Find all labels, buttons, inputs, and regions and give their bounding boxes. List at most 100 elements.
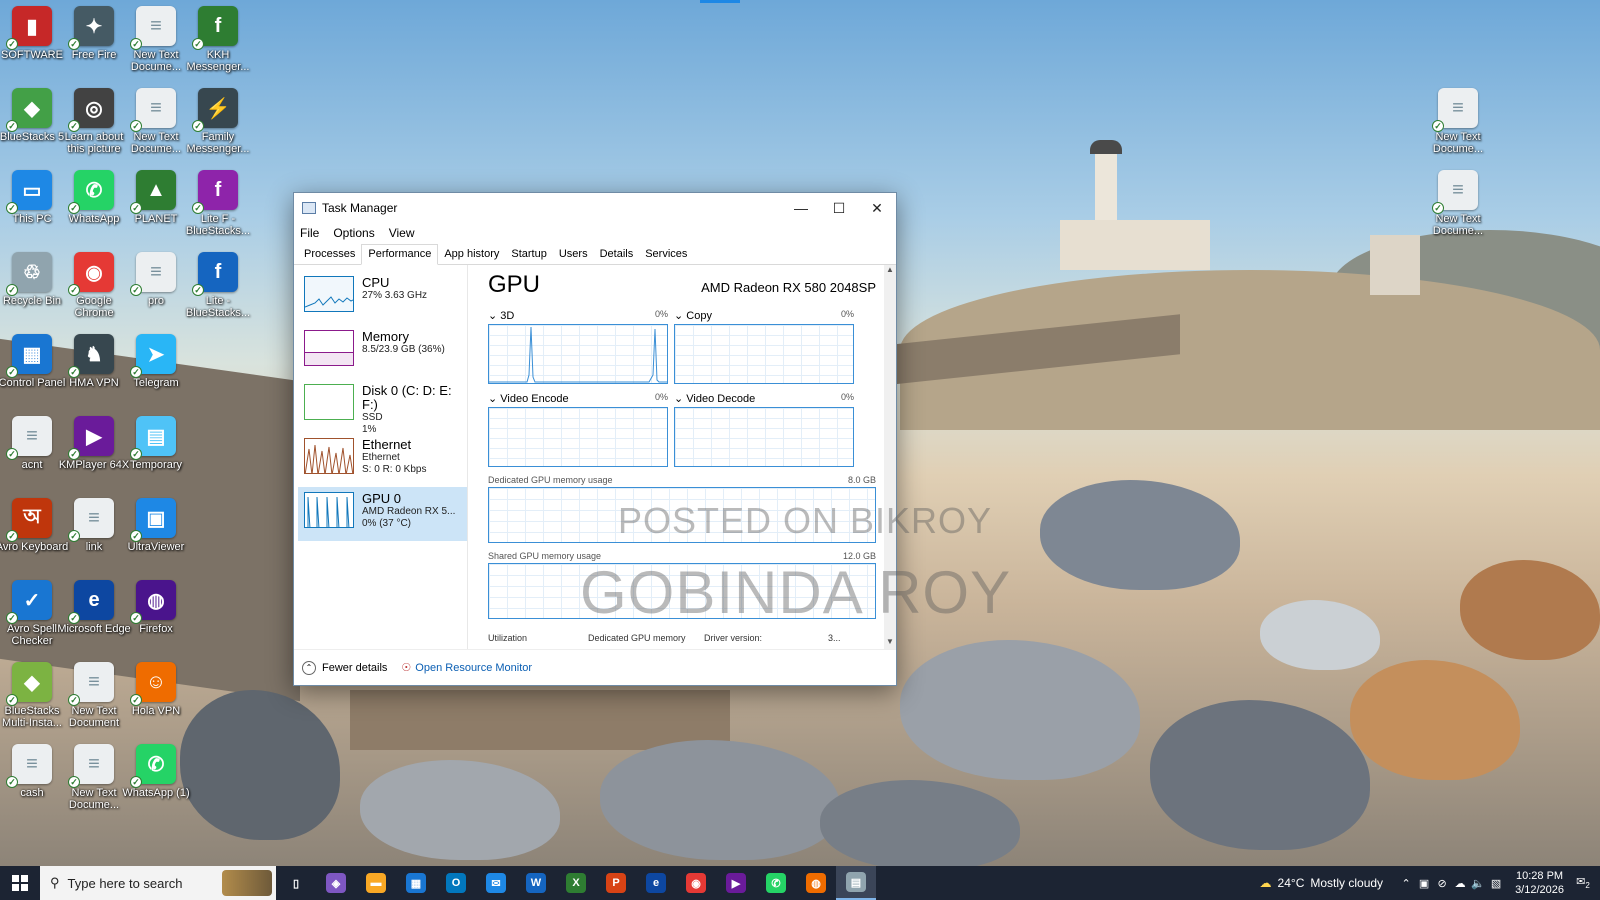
clock[interactable]: 10:28 PM 3/12/2026	[1515, 869, 1564, 897]
taskbar-microsoft-store-button[interactable]: ▦	[396, 866, 436, 900]
desktop-icon-image: ◆ ✓	[6, 88, 52, 132]
desktop-icon[interactable]: ⚡ ✓ Family Messenger...	[180, 88, 256, 155]
windows-logo-icon	[12, 875, 28, 891]
desktop-icon[interactable]: ≡ ✓ New Text Docume...	[1420, 170, 1496, 237]
desktop-icon-image: ♲ ✓	[6, 252, 52, 296]
sync-check-icon: ✓	[68, 530, 80, 542]
taskbar-firefox-button[interactable]: ◍	[796, 866, 836, 900]
ethernet-thumbnail-graph	[304, 438, 354, 474]
taskbar-powerpoint-button[interactable]: P	[596, 866, 636, 900]
tab-performance[interactable]: Performance	[361, 244, 439, 265]
scroll-down-arrow[interactable]: ▼	[884, 637, 896, 649]
engine-video-decode-dropdown[interactable]: ⌄ Video Decode	[674, 392, 755, 407]
taskbar: ⚲ Type here to search ▯ ◈ ▬ ▦ O ✉ W X Pe ◉ ▶ ✆ ◍ ▤ ☁ …	[0, 866, 1600, 900]
desktop-icon-label: Family Messenger...	[186, 131, 250, 155]
taskbar-excel-button[interactable]: X	[556, 866, 596, 900]
rock	[1040, 480, 1240, 590]
gpu-detail-panel: GPU AMD Radeon RX 580 2048SP ⌄ 3D 0% ⌄ Co…	[468, 265, 896, 649]
desktop-icon[interactable]: ➤ ✓ Telegram	[118, 334, 194, 389]
outlook-icon: O	[446, 873, 466, 893]
taskbar-file-explorer-button[interactable]: ▬	[356, 866, 396, 900]
taskbar-whatsapp-button[interactable]: ✆	[756, 866, 796, 900]
start-button[interactable]	[0, 866, 40, 900]
tab-startup[interactable]: Startup	[505, 245, 552, 264]
sidebar-item-memory[interactable]: Memory 8.5/23.9 GB (36%)	[298, 325, 467, 379]
open-resource-monitor-link[interactable]: Open Resource Monitor	[415, 662, 532, 674]
minimize-button[interactable]: —	[782, 193, 820, 223]
ethernet-icon[interactable]: ▧	[1487, 877, 1505, 890]
taskbar-search-box[interactable]: ⚲ Type here to search	[40, 866, 276, 900]
chevron-up-icon[interactable]: ⌃	[1397, 877, 1415, 890]
desktop-icon-label: Temporary	[130, 459, 182, 471]
tab-details[interactable]: Details	[594, 245, 640, 264]
desktop-icon[interactable]: ◍ ✓ Firefox	[118, 580, 194, 635]
sync-check-icon: ✓	[130, 366, 142, 378]
notifications-icon[interactable]: ✉2	[1574, 875, 1592, 890]
taskbar-copilot-button[interactable]: ◈	[316, 866, 356, 900]
taskbar-chrome-button[interactable]: ◉	[676, 866, 716, 900]
desktop-icon-image: ≡ ✓	[130, 88, 176, 132]
menu-options[interactable]: Options	[333, 226, 374, 240]
tab-processes[interactable]: Processes	[298, 245, 361, 264]
desktop-icon[interactable]: ✆ ✓ WhatsApp (1)	[118, 744, 194, 799]
sidebar-item-ethernet[interactable]: Ethernet Ethernet S: 0 R: 0 Kbps	[298, 433, 467, 487]
tab-services[interactable]: Services	[639, 245, 693, 264]
scroll-up-arrow[interactable]: ▲	[884, 265, 896, 277]
sync-check-icon: ✓	[6, 448, 18, 460]
chevron-up-icon[interactable]: ⌃	[302, 660, 316, 675]
taskbar-task-view-button[interactable]: ▯	[276, 866, 316, 900]
taskbar-word-button[interactable]: W	[516, 866, 556, 900]
volume-icon[interactable]: 🔈	[1469, 877, 1487, 890]
maximize-button[interactable]: ☐	[820, 193, 858, 223]
tab-users[interactable]: Users	[553, 245, 594, 264]
engine-video-encode-dropdown[interactable]: ⌄ Video Encode	[488, 392, 569, 407]
taskbar-task-manager-button[interactable]: ▤	[836, 866, 876, 900]
tab-app-history[interactable]: App history	[438, 245, 505, 264]
desktop-icon-image: ☺ ✓	[130, 662, 176, 706]
task-manager-window[interactable]: Task Manager — ☐ ✕ File Options View Pro…	[293, 192, 897, 686]
sidebar-gpu-name: GPU 0	[362, 491, 402, 506]
desktop-icon-label: pro	[148, 295, 164, 307]
title-bar[interactable]: Task Manager — ☐ ✕	[294, 193, 896, 223]
sync-check-icon: ✓	[6, 776, 18, 788]
vertical-scrollbar[interactable]: ▲ ▼	[884, 265, 896, 649]
desktop-icon[interactable]: ☺ ✓ Hola VPN	[118, 662, 194, 717]
sidebar-item-disk[interactable]: Disk 0 (C: D: E: F:) SSD 1%	[298, 379, 467, 435]
desktop-icon-image: ✆ ✓	[68, 170, 114, 214]
taskbar-kmplayer-button[interactable]: ▶	[716, 866, 756, 900]
desktop-icon[interactable]: f ✓ Lite F - BlueStacks...	[180, 170, 256, 237]
copilot-icon: ◈	[326, 873, 346, 893]
desktop-icon[interactable]: ≡ ✓ New Text Docume...	[1420, 88, 1496, 155]
search-placeholder: Type here to search	[67, 875, 183, 891]
sync-check-icon: ✓	[6, 38, 18, 50]
desktop-icon-label: PLANET	[134, 213, 178, 225]
fewer-details-link[interactable]: Fewer details	[322, 662, 387, 674]
menu-view[interactable]: View	[389, 226, 415, 240]
sidebar-item-gpu[interactable]: GPU 0 AMD Radeon RX 5... 0% (37 °C)	[298, 487, 467, 541]
desktop-icon-label: BlueStacks 5	[0, 131, 65, 143]
search-highlight-image	[222, 870, 272, 896]
engine-3d-dropdown[interactable]: ⌄ 3D	[488, 309, 514, 324]
rock	[600, 740, 840, 860]
excel-icon: X	[566, 873, 586, 893]
weather-widget[interactable]: ☁ 24°C Mostly cloudy	[1260, 876, 1384, 890]
boardwalk-bottom	[350, 690, 730, 750]
meet-now-icon[interactable]: ▣	[1415, 877, 1433, 890]
taskbar-mail-button[interactable]: ✉	[476, 866, 516, 900]
network-off-icon[interactable]: ⊘	[1433, 877, 1451, 890]
close-button[interactable]: ✕	[858, 193, 896, 223]
desktop-icon[interactable]: f ✓ Lite - BlueStacks...	[180, 252, 256, 319]
desktop-icon[interactable]: ▤ ✓ Temporary	[118, 416, 194, 471]
firefox-icon: ◍	[806, 873, 826, 893]
taskbar-outlook-button[interactable]: O	[436, 866, 476, 900]
desktop-icon-image: ≡ ✓	[68, 498, 114, 542]
onedrive-icon[interactable]: ☁	[1451, 877, 1469, 890]
sync-check-icon: ✓	[6, 612, 18, 624]
menu-file[interactable]: File	[300, 226, 319, 240]
taskbar-edge-button[interactable]: e	[636, 866, 676, 900]
sidebar-item-cpu[interactable]: CPU 27% 3.63 GHz	[298, 271, 467, 325]
engine-copy-dropdown[interactable]: ⌄ Copy	[674, 309, 712, 324]
desktop-icon[interactable]: f ✓ KKH Messenger...	[180, 6, 256, 73]
desktop-icon[interactable]: ▣ ✓ UltraViewer	[118, 498, 194, 553]
shared-memory-label: Shared GPU memory usage	[488, 551, 602, 561]
